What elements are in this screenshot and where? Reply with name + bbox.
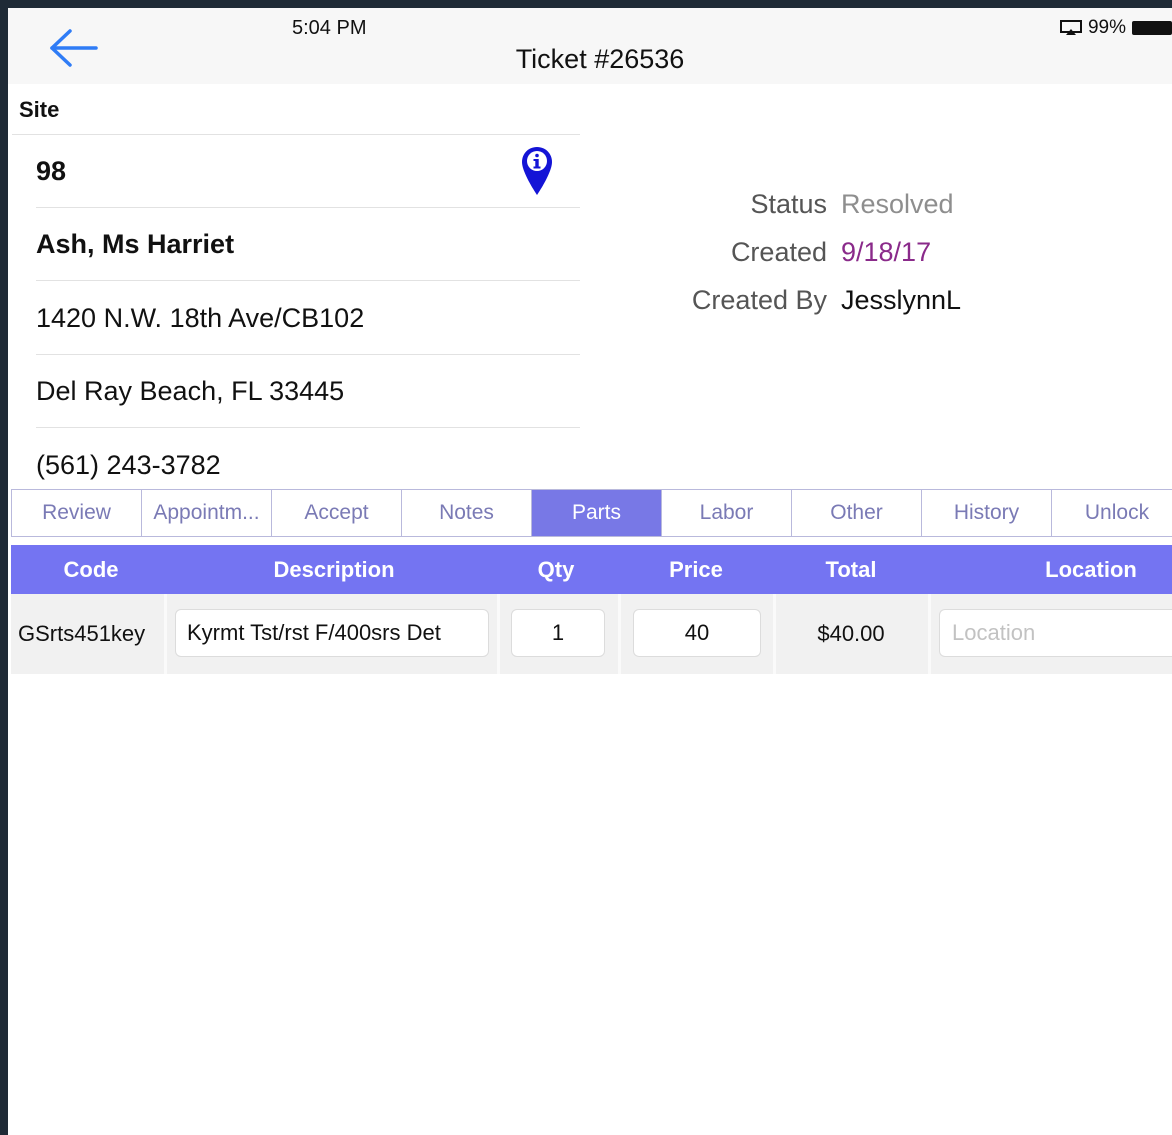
status-battery: 99% — [1059, 17, 1172, 39]
created-by-row: Created By JesslynnL — [600, 276, 1160, 324]
header-price: Price — [669, 557, 723, 582]
address-row: 1420 N.W. 18th Ave/CB102 — [36, 282, 580, 355]
price-field[interactable]: 40 — [633, 609, 761, 657]
qty-field[interactable]: 1 — [511, 609, 605, 657]
qty-value: 1 — [551, 620, 565, 645]
tab-parts[interactable]: Parts — [532, 490, 662, 536]
battery-percent: 99% — [1087, 17, 1126, 38]
parts-table-header: Code Description Qty Price Total Locatio… — [11, 545, 1172, 594]
battery-icon — [1132, 21, 1172, 35]
header-description: Description — [273, 557, 395, 582]
tab-unlock[interactable]: Unlock — [1052, 490, 1172, 536]
table-row: GSrts451key Kyrmt Tst/rst F/400srs Det 1… — [11, 594, 1172, 674]
tab-notes[interactable]: Notes — [402, 490, 532, 536]
column-divider — [618, 594, 621, 674]
tab-other[interactable]: Other — [792, 490, 922, 536]
part-code: GSrts451key — [18, 621, 146, 646]
airplay-icon — [1059, 20, 1082, 35]
device-frame-top — [0, 0, 1172, 8]
created-label: Created — [730, 236, 827, 267]
tab-appointment[interactable]: Appointm... — [142, 490, 272, 536]
device-frame-left — [0, 0, 8, 1135]
city-state-zip: Del Ray Beach, FL 33445 — [36, 376, 345, 406]
status-time: 5:04 PM — [292, 17, 367, 39]
city-row: Del Ray Beach, FL 33445 — [36, 355, 580, 428]
navigation-bar: 5:04 PM Ticket #26536 99% — [8, 8, 1172, 84]
status-row: Status Resolved — [600, 180, 1160, 228]
column-divider — [928, 594, 931, 674]
site-label: Site — [19, 97, 60, 122]
tab-review[interactable]: Review — [12, 490, 142, 536]
created-row: Created 9/18/17 — [600, 228, 1160, 276]
ticket-meta: Status Resolved Created 9/18/17 Created … — [600, 180, 1160, 324]
site-number: 98 — [36, 156, 67, 186]
customer-name-row: Ash, Ms Harriet — [36, 208, 580, 281]
header-code: Code — [63, 557, 119, 582]
map-pin-info-icon — [522, 147, 552, 195]
location-field[interactable]: Location — [939, 609, 1172, 657]
page-title: Ticket #26536 — [515, 44, 685, 74]
created-by-value: JesslynnL — [841, 284, 962, 315]
site-number-row: 98 — [36, 135, 580, 208]
segmented-tabs: Review Appointm... Accept Notes Parts La… — [11, 489, 1172, 537]
tab-accept[interactable]: Accept — [272, 490, 402, 536]
status-value: Resolved — [841, 188, 954, 219]
created-by-label: Created By — [691, 284, 827, 315]
street-address: 1420 N.W. 18th Ave/CB102 — [36, 303, 365, 333]
status-label: Status — [750, 188, 827, 219]
column-divider — [497, 594, 500, 674]
column-divider — [164, 594, 167, 674]
description-field[interactable]: Kyrmt Tst/rst F/400srs Det — [175, 609, 489, 657]
created-value: 9/18/17 — [841, 236, 932, 267]
total-value: $40.00 — [817, 621, 885, 646]
header-location: Location — [1045, 557, 1137, 582]
header-qty: Qty — [537, 557, 575, 582]
tab-labor[interactable]: Labor — [662, 490, 792, 536]
customer-name: Ash, Ms Harriet — [36, 229, 235, 259]
price-value: 40 — [684, 620, 710, 645]
tab-history[interactable]: History — [922, 490, 1052, 536]
header-total: Total — [825, 557, 877, 582]
location-placeholder: Location — [952, 620, 1036, 645]
description-value: Kyrmt Tst/rst F/400srs Det — [187, 620, 441, 645]
location-info-button[interactable] — [520, 145, 554, 197]
